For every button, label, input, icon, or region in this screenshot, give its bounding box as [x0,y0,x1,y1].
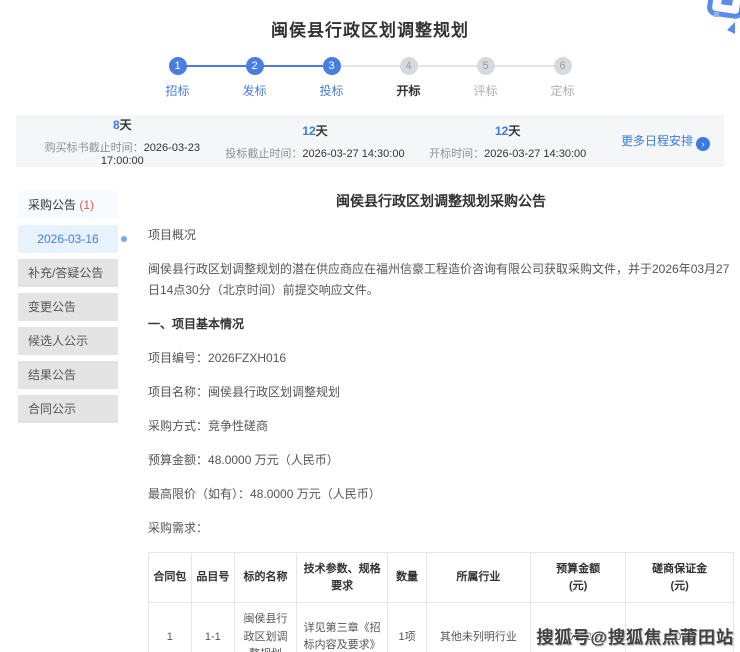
days-remaining: 12天 [219,122,412,139]
table-row: 1 1-1 闽侯县行政区划调整规划 详见第三章《招标内容及要求》 1项 其他未列… [149,603,734,652]
procurement-table: 合同包 品目号 标的名称 技术参数、规格要求 数量 所属行业 预算金额 (元) … [148,552,734,652]
schedule-value: 2026-03-27 14:30:00 [484,148,586,160]
budget-row: 预算金额：48.0000 万元（人民币） [148,450,734,471]
cell-contract-package: 1 [149,603,192,652]
schedule-buy-deadline: 8天 购买标书截止时间：2026-03-23 17:00:00 [26,116,219,167]
step-label: 招标 [139,82,216,99]
schedule-bar: 8天 购买标书截止时间：2026-03-23 17:00:00 12天 投标截止… [16,115,724,167]
more-schedule-link[interactable]: 更多日程安排› [604,132,714,151]
step-label: 投标 [293,82,370,99]
announcement-title: 闽侯县行政区划调整规划采购公告 [148,191,734,211]
overview-heading: 项目概况 [148,225,734,246]
step-number-badge: 5 [477,57,495,75]
sidebar-item-houxuanren[interactable]: 候选人公示 [18,327,118,355]
announcement-count-badge: (1) [79,198,94,212]
announcement-sidebar: 采购公告 (1) 2026-03-16 补充/答疑公告 变更公告 候选人公示 结… [18,191,118,652]
sidebar-item-date[interactable]: 2026-03-16 [18,225,118,253]
step-label: 评标 [447,82,524,99]
step-number-badge: 3 [323,57,341,75]
cell-subject-name: 闽侯县行政区划调整规划 [234,603,296,652]
cell-quantity: 1项 [388,603,427,652]
procurement-method-row: 采购方式：竞争性磋商 [148,416,734,437]
cell-item-number: 1-1 [191,603,234,652]
step-number-badge: 6 [554,57,572,75]
step-zhaobiao: 1 招标 [139,57,216,99]
project-number-row: 项目编号：2026FZXH016 [148,348,734,369]
page-title: 闽侯县行政区划调整规划 [0,16,740,41]
schedule-value: 2026-03-27 14:30:00 [302,148,404,160]
step-pingbiao: 5 评标 [447,57,524,99]
days-remaining: 12天 [411,122,604,139]
step-dingbiao: 6 定标 [524,57,601,99]
sidebar-item-hetong[interactable]: 合同公示 [18,395,118,423]
col-header: 数量 [388,553,427,603]
table-header-row: 合同包 品目号 标的名称 技术参数、规格要求 数量 所属行业 预算金额 (元) … [149,553,734,603]
sidebar-item-jieguo[interactable]: 结果公告 [18,361,118,389]
step-toubiao: 3 投标 [293,57,370,99]
step-kaibiao: 4 开标 [370,57,447,99]
max-price-row: 最高限价（如有）：48.0000 万元（人民币） [148,484,734,505]
schedule-label: 开标时间： [429,148,484,160]
demand-heading: 采购需求： [148,518,734,539]
col-header: 磋商保证金 (元) [626,553,734,603]
cell-industry: 其他未列明行业 [426,603,530,652]
schedule-label: 投标截止时间： [225,148,302,160]
step-fabiao: 2 发标 [216,57,293,99]
progress-stepper: 1 招标 2 发标 3 投标 4 开标 5 评标 6 定标 [139,57,601,99]
section1-heading: 一、项目基本情况 [148,314,734,335]
step-number-badge: 2 [246,57,264,75]
col-header: 所属行业 [426,553,530,603]
col-header: 品目号 [191,553,234,603]
overview-text: 闽侯县行政区划调整规划的潜在供应商应在福州信豪工程造价咨询有限公司获取采购文件，… [148,259,734,301]
step-number-badge: 1 [169,57,187,75]
days-remaining: 8天 [26,116,219,133]
page-header: 闽侯县行政区划调整规划 [0,0,740,41]
qr-logo-icon [694,0,740,42]
project-name-row: 项目名称：闽侯县行政区划调整规划 [148,382,734,403]
cell-budget: 480000.0 [530,603,625,652]
cell-deposit: 9600.0 [626,603,734,652]
sidebar-item-caigou-gonggao[interactable]: 采购公告 (1) [18,191,118,219]
active-dot-icon [121,236,127,242]
step-label: 发标 [216,82,293,99]
schedule-open-time: 12天 开标时间：2026-03-27 14:30:00 [411,122,604,161]
announcement-body: 闽侯县行政区划调整规划采购公告 项目概况 闽侯县行政区划调整规划的潜在供应商应在… [148,191,734,652]
col-header: 标的名称 [234,553,296,603]
arrow-right-icon: › [696,137,710,151]
schedule-label: 购买标书截止时间： [45,142,144,154]
col-header: 合同包 [149,553,192,603]
step-label: 定标 [524,82,601,99]
col-header: 预算金额 (元) [530,553,625,603]
schedule-bid-deadline: 12天 投标截止时间：2026-03-27 14:30:00 [219,122,412,161]
cell-tech-params: 详见第三章《招标内容及要求》 [296,603,387,652]
sidebar-item-buchong-dayi[interactable]: 补充/答疑公告 [18,259,118,287]
col-header: 技术参数、规格要求 [296,553,387,603]
step-label: 开标 [370,82,447,99]
sidebar-item-biangeng[interactable]: 变更公告 [18,293,118,321]
step-number-badge: 4 [400,57,418,75]
